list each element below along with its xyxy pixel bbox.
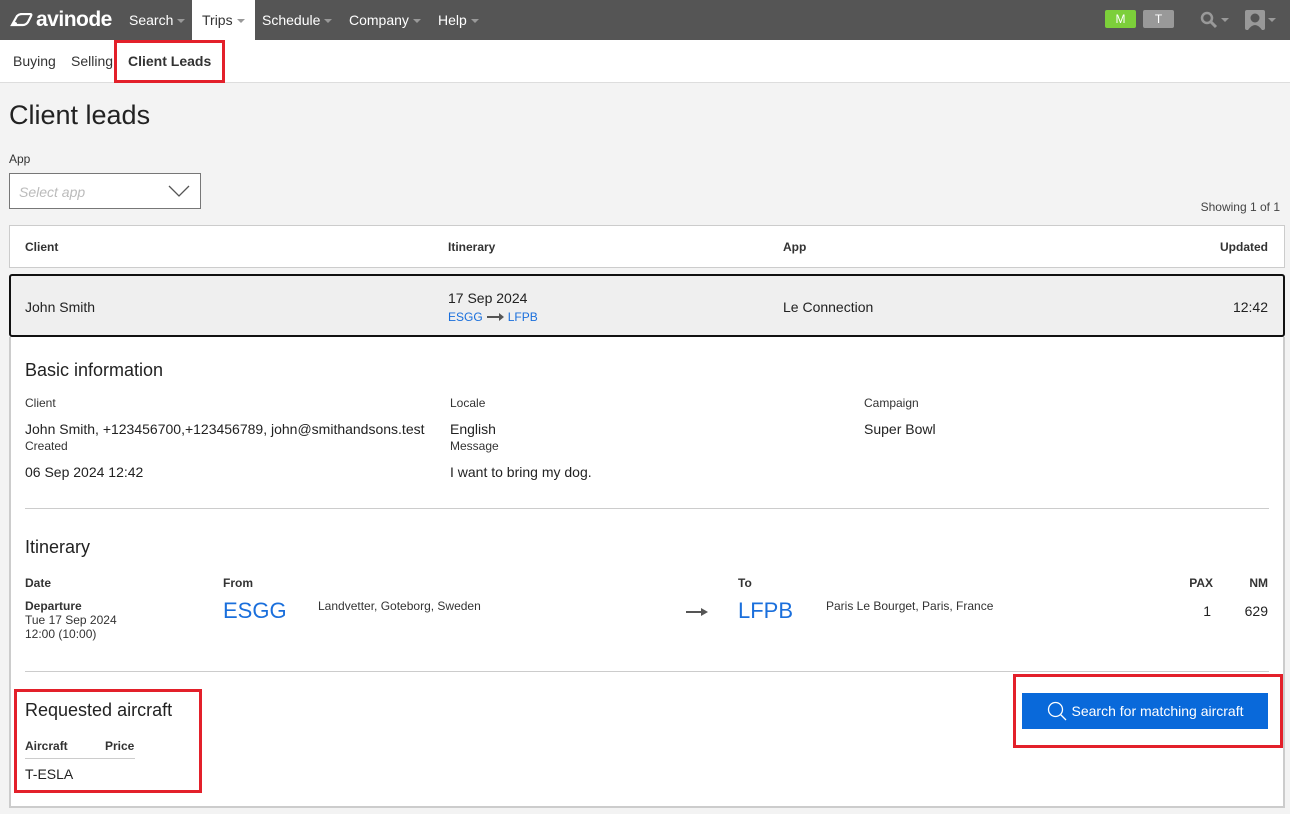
app-select-placeholder: Select app: [19, 184, 86, 200]
row-updated: 12:42: [1232, 299, 1268, 315]
nav-company-label: Company: [349, 12, 409, 28]
badge-t[interactable]: T: [1143, 10, 1174, 28]
itinerary-pax-header: PAX: [1189, 576, 1213, 590]
caret-down-icon: [324, 19, 333, 24]
itinerary-nm-header: NM: [1249, 576, 1268, 590]
message-value: I want to bring my dog.: [450, 464, 592, 480]
row-route-to: LFPB: [507, 310, 538, 324]
row-route-from: ESGG: [448, 310, 483, 324]
subnav-selling[interactable]: Selling: [71, 40, 113, 83]
app-select[interactable]: Select app: [9, 173, 201, 209]
divider: [25, 508, 1269, 509]
search-icon: [1200, 11, 1218, 29]
caret-down-icon: [470, 19, 479, 24]
global-search-button[interactable]: [1200, 10, 1229, 30]
leg-nm: 629: [1244, 603, 1268, 619]
campaign-value: Super Bowl: [864, 421, 936, 437]
column-header-updated[interactable]: Updated: [1220, 240, 1268, 254]
locale-value: English: [450, 421, 496, 437]
nav-search[interactable]: Search: [119, 0, 195, 40]
leg-pax: 1: [1203, 603, 1211, 619]
leg-time: 12:00 (10:00): [25, 627, 97, 641]
avinode-logo[interactable]: avinode: [9, 8, 112, 32]
brand-name: avinode: [36, 8, 112, 31]
basic-information-heading: Basic information: [25, 360, 164, 380]
subnav-buying[interactable]: Buying: [13, 40, 56, 83]
leads-table-header: Client Itinerary App Updated: [9, 225, 1285, 268]
caret-down-icon: [1268, 18, 1276, 22]
created-label: Created: [25, 439, 68, 453]
caret-down-icon: [177, 19, 186, 24]
badge-m[interactable]: M: [1105, 10, 1136, 28]
created-value: 06 Sep 2024 12:42: [25, 464, 144, 480]
nav-search-label: Search: [129, 12, 174, 28]
nav-schedule[interactable]: Schedule: [252, 0, 342, 40]
avinode-logo-icon: [10, 13, 33, 27]
nav-schedule-label: Schedule: [262, 12, 321, 28]
highlight-box-requested-aircraft: [14, 689, 202, 793]
leg-type: Departure: [25, 599, 82, 613]
column-header-itinerary[interactable]: Itinerary: [448, 240, 495, 254]
from-airport-code[interactable]: ESGG: [223, 598, 287, 624]
column-header-app[interactable]: App: [783, 240, 806, 254]
caret-down-icon: [1221, 18, 1229, 22]
itinerary-date-header: Date: [25, 576, 52, 590]
to-airport-code[interactable]: LFPB: [738, 598, 793, 624]
app-filter-label: App: [9, 152, 31, 166]
arrow-right-icon: [486, 313, 504, 321]
user-avatar-icon: [1245, 10, 1265, 30]
itinerary-to-header: To: [738, 576, 752, 590]
client-label: Client: [25, 396, 56, 410]
campaign-label: Campaign: [864, 396, 919, 410]
from-airport-name: Landvetter, Goteborg, Sweden: [318, 599, 481, 613]
divider: [25, 671, 1269, 672]
to-airport-name: Paris Le Bourget, Paris, France: [826, 599, 994, 613]
row-route: ESGG LFPB: [448, 310, 538, 324]
top-navbar: avinode Search Trips Schedule Company He…: [0, 0, 1290, 40]
leg-date: Tue 17 Sep 2024: [25, 613, 117, 627]
table-row[interactable]: John Smith 17 Sep 2024 ESGG LFPB Le Conn…: [9, 274, 1285, 337]
nav-trips[interactable]: Trips: [192, 0, 255, 40]
page-title: Client leads: [9, 100, 151, 130]
nav-trips-label: Trips: [202, 12, 233, 28]
highlight-box-client-leads: [114, 40, 225, 83]
locale-label: Locale: [450, 396, 486, 410]
nav-company[interactable]: Company: [339, 0, 431, 40]
nav-help-label: Help: [438, 12, 467, 28]
chevron-down-icon: [168, 185, 190, 197]
row-app: Le Connection: [783, 299, 874, 315]
caret-down-icon: [412, 19, 421, 24]
itinerary-heading: Itinerary: [25, 537, 91, 557]
row-client: John Smith: [25, 299, 96, 315]
itinerary-from-header: From: [223, 576, 253, 590]
client-value: John Smith, +123456700,+123456789, john@…: [25, 421, 425, 437]
caret-down-icon: [236, 19, 245, 24]
results-count: Showing 1 of 1: [1200, 200, 1280, 214]
arrow-right-icon: [686, 608, 708, 616]
highlight-box-search-button: [1013, 674, 1283, 748]
nav-help[interactable]: Help: [428, 0, 489, 40]
column-header-client[interactable]: Client: [25, 240, 58, 254]
user-menu-button[interactable]: [1245, 10, 1276, 30]
message-label: Message: [450, 439, 499, 453]
row-date: 17 Sep 2024: [448, 290, 528, 306]
